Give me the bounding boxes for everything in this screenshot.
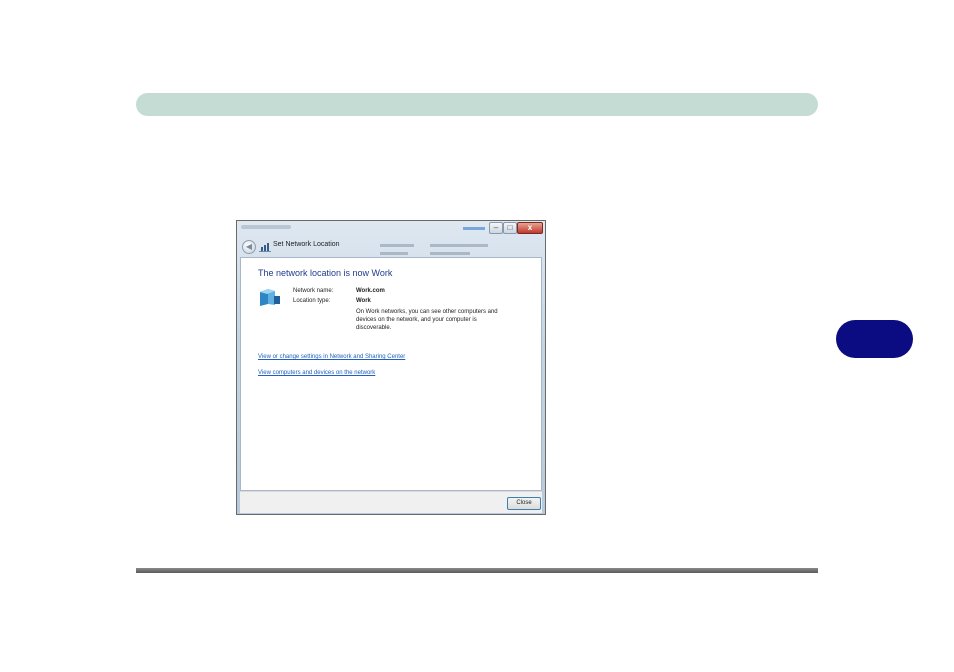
window-close-button[interactable]: x [517, 222, 543, 234]
location-description: On Work networks, you can see other comp… [356, 309, 498, 331]
dialog-heading: The network location is now Work [258, 268, 393, 278]
minimize-button[interactable]: – [489, 222, 503, 234]
page-header-bar [136, 93, 818, 116]
title-link-faded [463, 227, 485, 230]
background-ghost-text [380, 244, 414, 247]
location-type-label: Location type: [293, 298, 331, 304]
maximize-button[interactable]: □ [503, 222, 517, 234]
footer-rule [136, 568, 818, 573]
background-ghost-text [430, 244, 488, 247]
back-arrow-icon[interactable]: ◀ [242, 240, 256, 254]
view-computers-link[interactable]: View computers and devices on the networ… [258, 370, 375, 376]
dialog-footer: Close [240, 491, 542, 513]
chapter-tab [836, 320, 913, 358]
close-button[interactable]: Close [507, 497, 541, 510]
dialog-content: The network location is now Work Network… [240, 257, 542, 491]
network-icon [259, 243, 271, 252]
network-name-value: Work.com [356, 288, 385, 294]
location-type-value: Work [356, 298, 371, 304]
title-text-faded [241, 225, 291, 229]
title-bar: – □ x [237, 221, 545, 239]
dialog-window: – □ x ◀ Set Network Location The network… [236, 220, 546, 515]
nav-title: Set Network Location [273, 241, 340, 248]
nav-bar: ◀ Set Network Location [237, 238, 545, 256]
work-network-icon [260, 289, 280, 306]
background-ghost-text [430, 252, 470, 255]
network-name-label: Network name: [293, 288, 334, 294]
background-ghost-text [380, 252, 408, 255]
network-sharing-center-link[interactable]: View or change settings in Network and S… [258, 354, 405, 360]
